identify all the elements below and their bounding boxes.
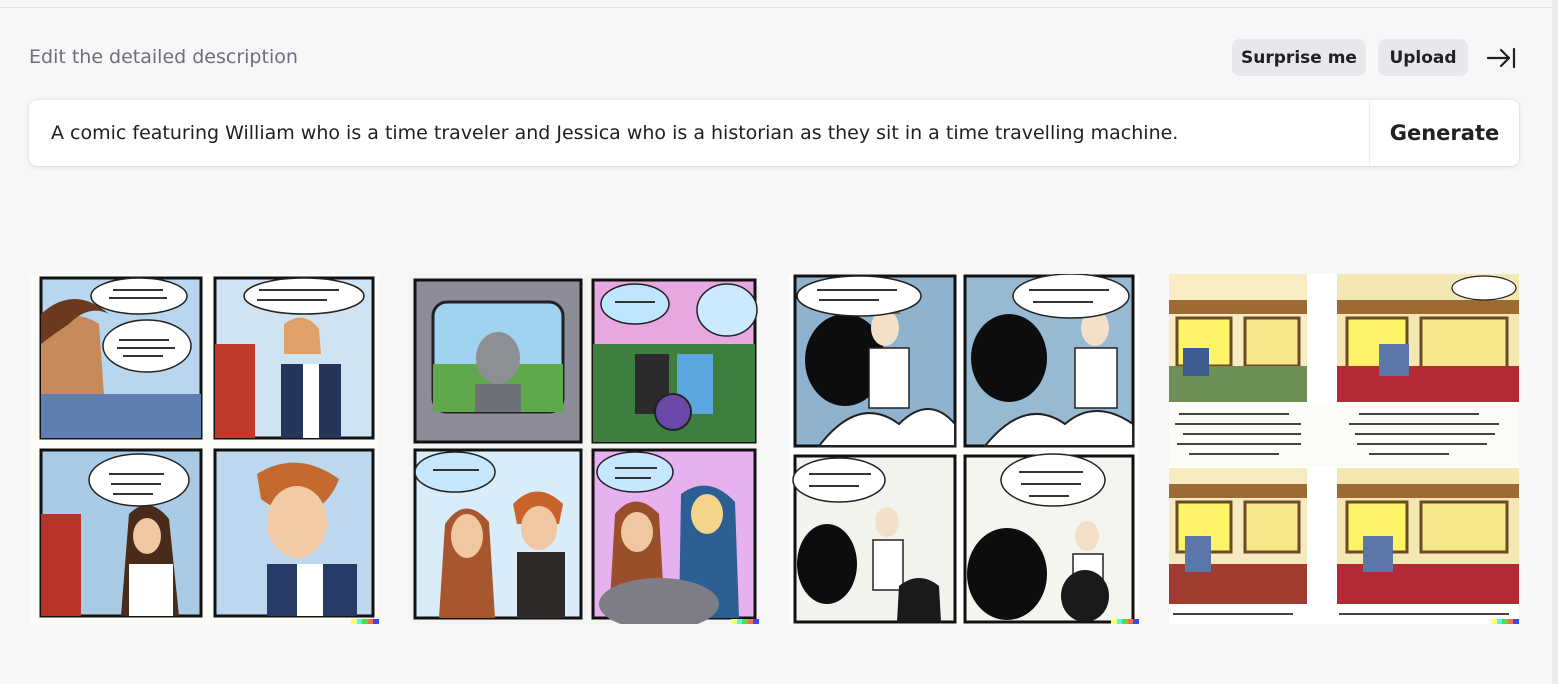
signature-mark (351, 619, 379, 624)
comic-illustration (409, 274, 759, 624)
editor-header: Edit the detailed description Surprise m… (29, 38, 1519, 78)
result-image-4[interactable] (1169, 274, 1519, 624)
comic-illustration (29, 274, 379, 624)
result-image-2[interactable] (409, 274, 759, 624)
arrow-right-to-bar-icon (1486, 47, 1516, 69)
comic-illustration (1169, 274, 1519, 624)
prompt-box: Generate (29, 100, 1519, 166)
signature-mark (1491, 619, 1519, 624)
signature-mark (1111, 619, 1139, 624)
surprise-me-button[interactable]: Surprise me (1232, 39, 1366, 76)
scrollbar[interactable] (1552, 0, 1558, 684)
edit-description-hint: Edit the detailed description (29, 46, 298, 68)
top-divider (0, 7, 1558, 8)
comic-illustration (789, 274, 1139, 624)
prompt-input[interactable] (51, 100, 1361, 166)
signature-mark (731, 619, 759, 624)
result-image-3[interactable] (789, 274, 1139, 624)
generate-button[interactable]: Generate (1370, 100, 1519, 166)
upload-button[interactable]: Upload (1378, 39, 1468, 76)
collapse-panel-button[interactable] (1485, 44, 1517, 72)
result-image-1[interactable] (29, 274, 379, 624)
